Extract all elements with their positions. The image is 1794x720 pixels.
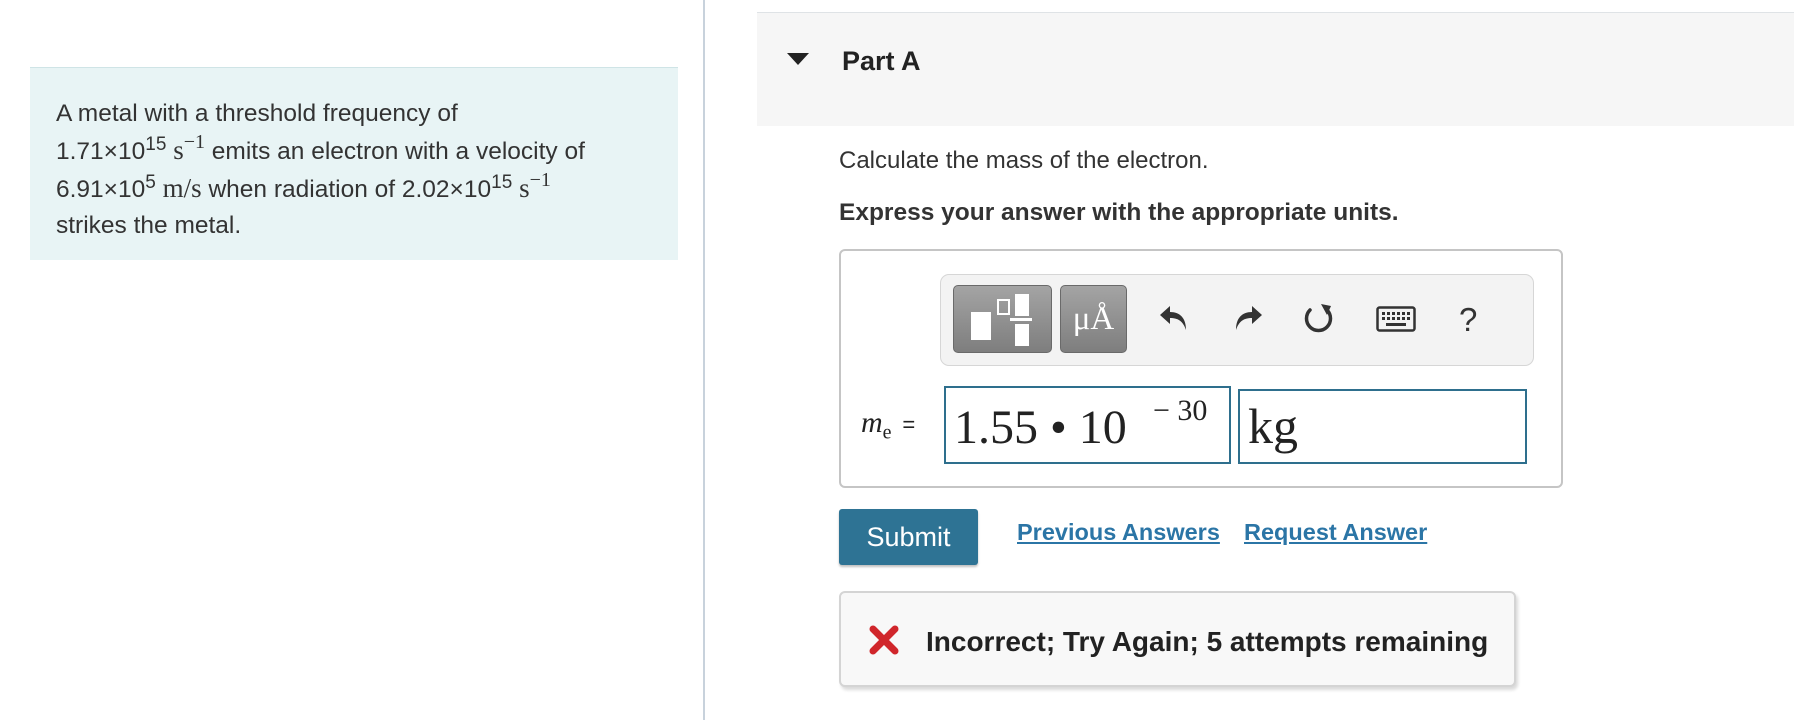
- threshold-frequency-unit: s−1: [173, 132, 205, 165]
- keyboard-icon: [1376, 306, 1416, 332]
- answer-box: μÅ ? me = 1.55 • 10 − 30 kg: [839, 249, 1563, 488]
- problem-statement: A metal with a threshold frequency of 1.…: [30, 67, 678, 260]
- problem-text-intro: A metal with a threshold frequency of: [56, 100, 458, 127]
- request-answer-link[interactable]: Request Answer: [1244, 519, 1427, 546]
- problem-line-2: 1.71×1015 s−1 emits an electron with a v…: [56, 132, 652, 170]
- equals-sign: =: [902, 412, 916, 437]
- help-button[interactable]: ?: [1459, 301, 1477, 339]
- radiation-frequency-exponent: 15: [491, 172, 513, 193]
- problem-pane: A metal with a threshold frequency of 1.…: [0, 0, 705, 720]
- previous-answers-link[interactable]: Previous Answers: [1017, 519, 1220, 546]
- frequency-unit-symbol: s: [173, 135, 184, 165]
- reset-icon: [1304, 304, 1333, 333]
- problem-line-3: 6.91×105 m/s when radiation of 2.02×1015…: [56, 170, 652, 208]
- units-button[interactable]: μÅ: [1060, 285, 1127, 353]
- radiation-unit-symbol: s: [519, 173, 530, 203]
- undo-icon: [1160, 306, 1186, 330]
- variable-label: me =: [861, 406, 915, 444]
- radiation-frequency-value: 2.02×10: [401, 176, 492, 203]
- velocity-exponent: 5: [145, 172, 156, 193]
- problem-line-4: strikes the metal.: [56, 208, 652, 244]
- redo-icon: [1236, 306, 1262, 330]
- templates-button[interactable]: [953, 285, 1052, 353]
- value-mantissa: 1.55 • 10: [954, 401, 1127, 454]
- part-header[interactable]: Part A: [757, 12, 1794, 126]
- variable-subscript: e: [882, 421, 892, 444]
- frequency-unit-exponent: −1: [183, 131, 205, 153]
- incorrect-x-icon: [869, 625, 899, 655]
- feedback-message: Incorrect; Try Again; 5 attempts remaini…: [926, 626, 1489, 657]
- instruction-text: Express your answer with the appropriate…: [839, 199, 1399, 226]
- question-text: Calculate the mass of the electron.: [839, 147, 1209, 174]
- part-title: Part A: [842, 46, 921, 76]
- radiation-unit-exponent: −1: [529, 169, 551, 191]
- problem-text-emits: emits an electron with a velocity of: [205, 138, 585, 165]
- problem-text-radiation: when radiation of: [201, 176, 402, 203]
- equation-toolbar: μÅ ?: [940, 274, 1534, 366]
- value-input[interactable]: 1.55 • 10 − 30: [944, 386, 1231, 464]
- radiation-frequency-unit: s−1: [519, 170, 551, 203]
- submit-button[interactable]: Submit: [839, 509, 978, 565]
- redo-button[interactable]: [1223, 291, 1271, 347]
- value-exponent: − 30: [1153, 394, 1208, 427]
- velocity-unit: m/s: [162, 173, 202, 203]
- velocity-value: 6.91×10: [56, 176, 146, 203]
- problem-line-1: A metal with a threshold frequency of: [56, 96, 652, 132]
- templates-icon: [971, 294, 1032, 346]
- threshold-frequency-value: 1.71×10: [56, 138, 146, 165]
- keyboard-button[interactable]: [1372, 291, 1420, 347]
- undo-button[interactable]: [1151, 291, 1199, 347]
- problem-text-end: strikes the metal.: [56, 212, 242, 239]
- threshold-frequency-exponent: 15: [145, 134, 167, 155]
- feedback-banner: Incorrect; Try Again; 5 attempts remaini…: [839, 591, 1516, 687]
- unit-input[interactable]: kg: [1238, 389, 1527, 464]
- collapse-caret-icon[interactable]: [787, 53, 809, 65]
- reset-button[interactable]: [1295, 291, 1343, 347]
- variable-symbol: m: [861, 406, 883, 439]
